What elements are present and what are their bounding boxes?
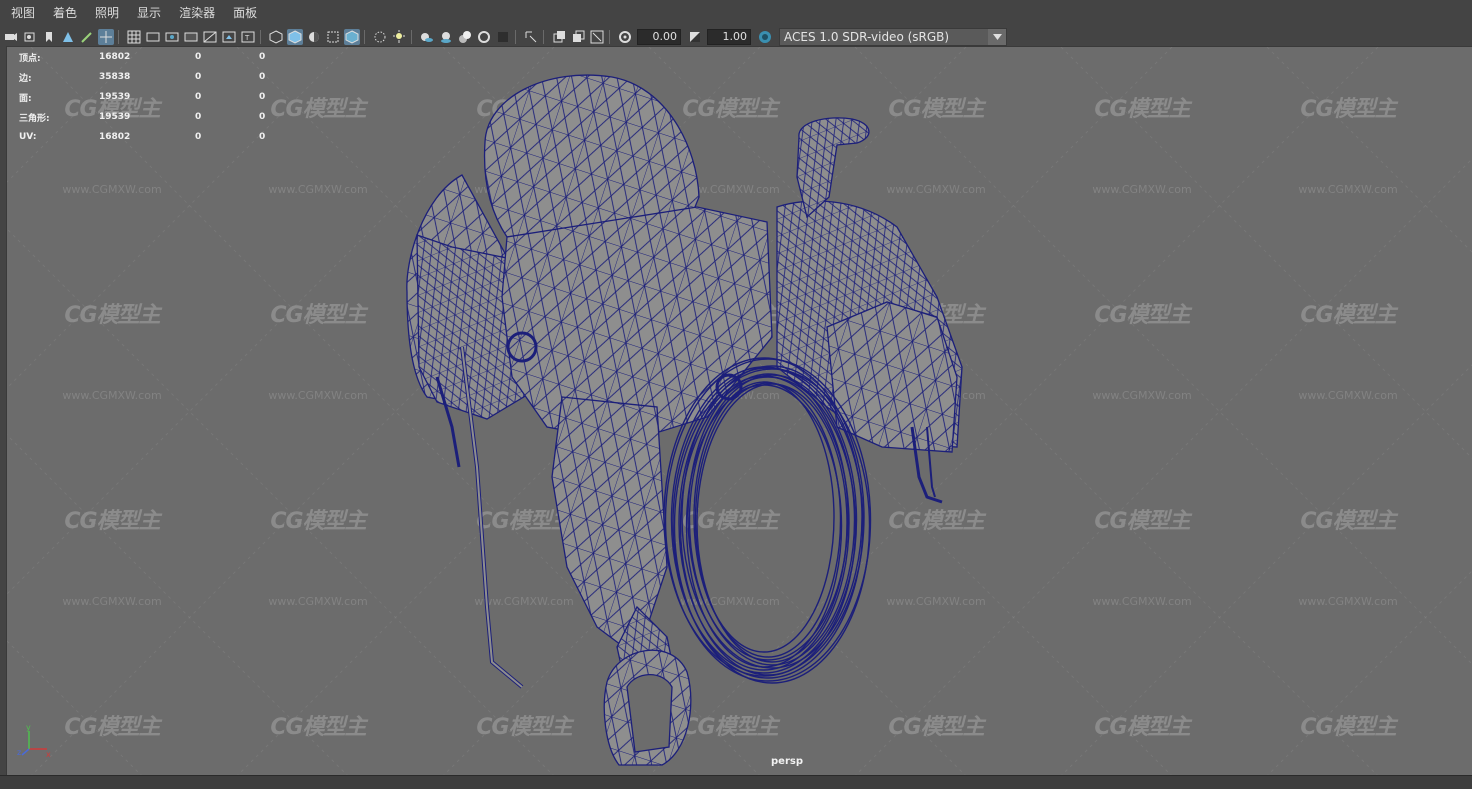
menu-item-1[interactable]: 着色 <box>47 0 83 27</box>
hud-v3: 0 <box>259 132 266 142</box>
safe-title-icon[interactable]: T <box>240 29 256 45</box>
multisample-aa-icon[interactable] <box>476 29 492 45</box>
saddle-model[interactable] <box>7 47 1472 776</box>
hud-v3: 0 <box>259 72 266 82</box>
2d-pan-zoom-icon[interactable] <box>98 28 114 45</box>
hud-v3: 0 <box>259 112 266 122</box>
isolate-select-icon[interactable] <box>523 29 539 45</box>
stirrup-leather <box>551 396 668 659</box>
gamma-icon[interactable] <box>687 29 703 45</box>
right-flap <box>826 301 958 453</box>
exposure-field[interactable]: 0.00 <box>637 28 681 45</box>
hud-label: 顶点: <box>19 53 41 64</box>
hud-label: 边: <box>19 73 32 84</box>
film-gate-icon[interactable] <box>145 29 161 45</box>
rope-coil <box>685 384 843 668</box>
menu-item-3[interactable]: 显示 <box>131 0 167 27</box>
color-space-dropdown[interactable]: ACES 1.0 SDR-video (sRGB) <box>779 27 1007 46</box>
toolbar-separator <box>515 29 516 44</box>
svg-text:T: T <box>244 34 250 42</box>
hud-label: 三角形: <box>19 113 50 124</box>
hud-v1: 19539 <box>99 112 131 122</box>
time-slider-strip <box>0 775 1472 789</box>
hud-label: UV: <box>19 132 37 142</box>
wireframe-on-shaded-icon[interactable] <box>344 28 360 45</box>
color-space-label: ACES 1.0 SDR-video (sRGB) <box>784 29 950 44</box>
wireframe-icon[interactable] <box>268 29 284 45</box>
use-lights-icon[interactable] <box>391 29 407 45</box>
hud-v2: 0 <box>195 72 202 82</box>
hud-v2: 0 <box>195 92 202 102</box>
axis-x-label: x <box>46 750 51 759</box>
toolbar-separator <box>260 29 261 44</box>
menu-item-2[interactable]: 照明 <box>89 0 125 27</box>
xray-active-icon[interactable] <box>570 29 586 45</box>
gate-mask-icon[interactable] <box>183 29 199 45</box>
poly-count-hud: 顶点: 16802 0 0 边: 35838 0 0 面: 19539 0 0 三角形: 19539 0 0 U… <box>19 47 279 147</box>
default-material-icon[interactable] <box>306 29 322 45</box>
grease-pencil-icon[interactable] <box>79 29 95 45</box>
menu-item-5[interactable]: 面板 <box>227 0 263 27</box>
menu-item-4[interactable]: 渲染器 <box>173 0 221 27</box>
screen-space-ao-icon[interactable] <box>438 29 454 45</box>
backface-icon[interactable] <box>589 29 605 45</box>
rope-coil <box>693 381 835 653</box>
select-camera-icon[interactable] <box>3 29 19 45</box>
gamma-field[interactable]: 1.00 <box>707 28 751 45</box>
hud-row: 边: 35838 0 0 <box>19 67 279 87</box>
exposure-icon[interactable] <box>617 29 633 45</box>
chevron-down-icon <box>988 28 1006 45</box>
xray-icon[interactable] <box>372 29 388 45</box>
hud-v1: 16802 <box>99 132 131 142</box>
axis-y-label: y <box>26 723 31 732</box>
hud-v1: 19539 <box>99 92 131 102</box>
hud-row: 三角形: 19539 0 0 <box>19 107 279 127</box>
textured-icon[interactable] <box>325 29 341 45</box>
grid-icon[interactable] <box>126 29 142 45</box>
rope-coil <box>687 373 849 661</box>
stirrup-opening <box>626 674 673 753</box>
toolbar-separator <box>609 29 610 44</box>
hud-v3: 0 <box>259 52 266 62</box>
viewport-toolbar: T 0.00 1.00 ACES 1.0 SDR-video (sRGB) <box>0 27 1472 46</box>
bookmark-icon[interactable] <box>41 29 57 45</box>
camera-name-label: persp <box>771 756 803 767</box>
image-plane-icon[interactable] <box>60 29 76 45</box>
toolbar-separator <box>118 29 119 44</box>
hud-v2: 0 <box>195 132 202 142</box>
hud-v3: 0 <box>259 92 266 102</box>
shadows-icon[interactable] <box>419 29 435 45</box>
hud-row: UV: 16802 0 0 <box>19 127 279 147</box>
rope-coil <box>694 382 842 658</box>
rope-coil <box>678 375 850 671</box>
viewport-panel[interactable]: CG模型主 www.CGMXW.com CG模型主 www.CGMXW.com CG模型… <box>6 46 1472 776</box>
depth-of-field-icon[interactable] <box>495 29 511 45</box>
menu-bar: 视图 着色 照明 显示 渲染器 面板 <box>0 0 1472 27</box>
xray-joints-icon[interactable] <box>551 29 567 45</box>
axis-gizmo: x y z <box>17 723 51 759</box>
hud-row: 顶点: 16802 0 0 <box>19 47 279 67</box>
menu-item-0[interactable]: 视图 <box>5 0 41 27</box>
hud-v1: 16802 <box>99 52 131 62</box>
axis-z-label: z <box>17 748 21 757</box>
color-management-icon[interactable] <box>757 29 773 45</box>
motion-blur-icon[interactable] <box>457 29 473 45</box>
toolbar-separator <box>543 29 544 44</box>
hud-v1: 35838 <box>99 72 131 82</box>
hud-v2: 0 <box>195 52 202 62</box>
resolution-gate-icon[interactable] <box>164 29 180 45</box>
hud-label: 面: <box>19 93 32 104</box>
rope-coil <box>679 376 857 676</box>
camera-attr-icon[interactable] <box>22 29 38 45</box>
safe-action-icon[interactable] <box>221 29 237 45</box>
smooth-shade-icon[interactable] <box>287 28 303 45</box>
hud-v2: 0 <box>195 112 202 122</box>
field-chart-icon[interactable] <box>202 29 218 45</box>
hud-row: 面: 19539 0 0 <box>19 87 279 107</box>
toolbar-separator <box>411 29 412 44</box>
toolbar-separator <box>364 29 365 44</box>
